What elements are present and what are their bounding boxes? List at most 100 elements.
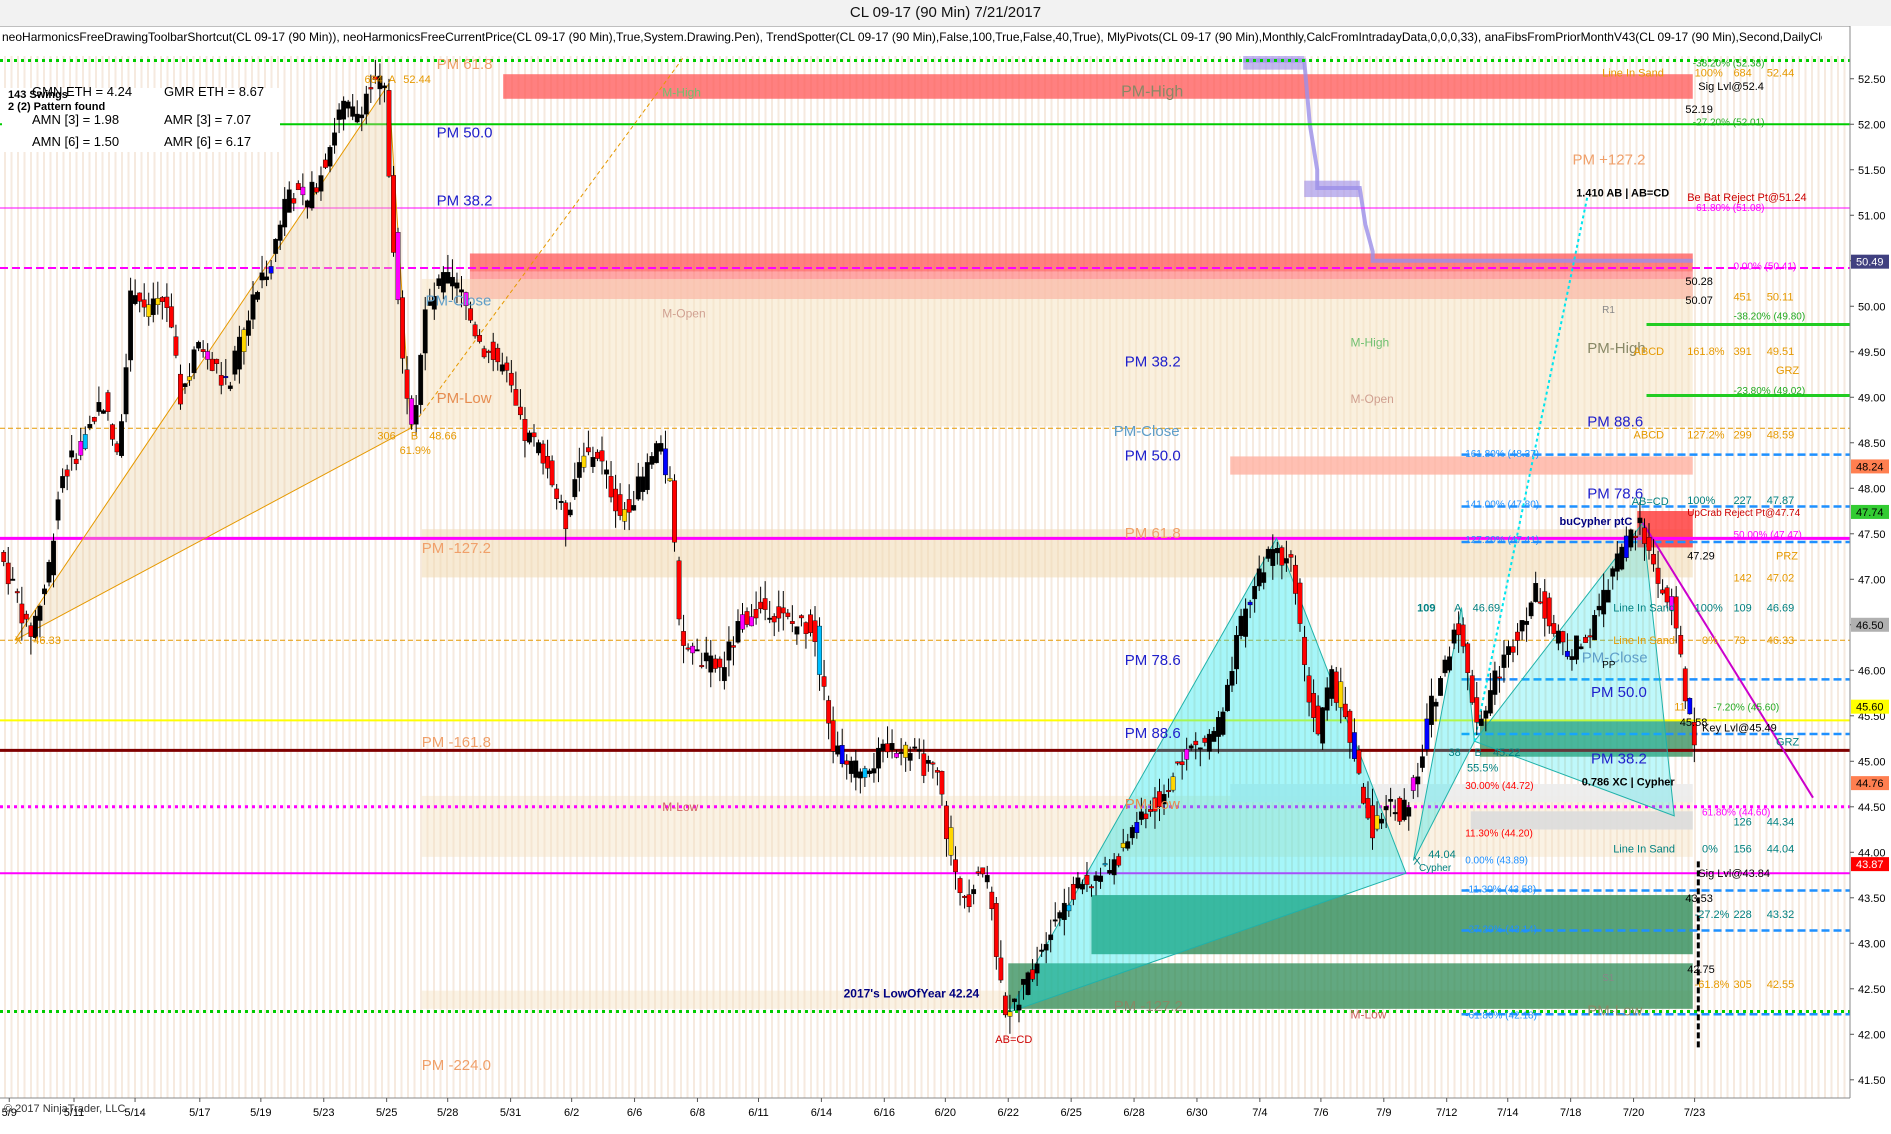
candle-body xyxy=(1456,623,1462,636)
candle-body xyxy=(1601,589,1607,615)
candle-body xyxy=(690,645,696,654)
candle-body xyxy=(1370,805,1375,839)
candle-body xyxy=(137,292,143,302)
candle-body xyxy=(644,462,650,490)
candle-body xyxy=(780,607,786,614)
chart-annotation: 127.20% (47.41) xyxy=(1465,535,1539,546)
candle-body xyxy=(504,362,510,371)
candle-body xyxy=(527,432,532,443)
chart-area[interactable]: 684 A 52.44 PM 61.8 M-High PM-High PM 50.0 PM 3… xyxy=(0,26,1891,1134)
candle-body xyxy=(962,895,967,898)
candle-body xyxy=(291,198,297,204)
x-tick-label: 6/6 xyxy=(627,1107,642,1119)
candle-body xyxy=(726,641,732,661)
candle-body xyxy=(178,373,183,405)
candle-body xyxy=(268,266,274,274)
candle-body xyxy=(350,106,356,117)
candle-body xyxy=(440,272,446,293)
candle-body xyxy=(1374,815,1380,830)
candle-body xyxy=(699,665,705,668)
candle-body xyxy=(817,625,822,675)
candle-body xyxy=(495,347,501,363)
chart-annotation: Sig Lvl@43.84 xyxy=(1698,868,1770,880)
candle-body xyxy=(703,652,709,662)
chart-annotation: GRZ xyxy=(1776,736,1800,748)
chart-annotation: M-High xyxy=(1351,336,1390,350)
candle-body xyxy=(975,871,981,874)
y-tick-label: 47.00 xyxy=(1858,574,1886,586)
price-marker-label: 47.74 xyxy=(1856,507,1884,519)
candle-body xyxy=(304,200,310,208)
y-tick-label: 47.50 xyxy=(1858,529,1886,541)
chart-annotation: PM 88.6 xyxy=(1125,725,1181,742)
candle-body xyxy=(159,297,165,302)
chart-annotation: PM 38.2 xyxy=(1125,354,1181,371)
candle-body xyxy=(799,615,804,619)
chart-annotation: 0.786 XC | Cypher xyxy=(1582,776,1676,788)
candle-body xyxy=(1206,733,1212,752)
x-tick-label: 5/17 xyxy=(189,1107,210,1119)
y-tick-label: 51.50 xyxy=(1858,165,1886,177)
candle-body xyxy=(966,894,972,908)
candle-body xyxy=(572,479,578,498)
candle-body xyxy=(1179,761,1185,766)
chart-annotation: 30.00% (44.72) xyxy=(1465,781,1533,792)
candle-body xyxy=(880,743,886,751)
candle-body xyxy=(1202,737,1208,743)
candle-body xyxy=(60,476,66,489)
candle-body xyxy=(907,753,913,761)
candle-body xyxy=(1401,799,1407,821)
candle-body xyxy=(885,743,890,753)
candle-body xyxy=(1070,884,1076,900)
candle-body xyxy=(1129,827,1135,839)
candle-body xyxy=(359,114,365,119)
candle-body xyxy=(450,276,455,287)
candle-body xyxy=(1243,608,1249,637)
candle-body xyxy=(481,348,487,358)
candle-body xyxy=(14,591,20,594)
y-tick-label: 49.00 xyxy=(1858,392,1886,404)
chart-annotation: PM-Close xyxy=(1114,423,1180,440)
chart-annotation: 50.28 xyxy=(1685,276,1713,288)
chart-annotation: -61.80% (42.18) xyxy=(1465,1010,1537,1021)
candle-body xyxy=(1324,687,1330,711)
candle-body xyxy=(640,476,646,492)
candle-body xyxy=(246,320,251,336)
candle-body xyxy=(576,462,582,478)
candle-body xyxy=(554,488,560,499)
chart-annotation: 55.5% xyxy=(1467,763,1498,775)
candle-body xyxy=(354,113,360,123)
candle-body xyxy=(518,406,523,416)
candle-body xyxy=(300,186,306,196)
candle-body xyxy=(1447,656,1452,671)
y-tick-label: 44.50 xyxy=(1858,802,1886,814)
candle-body xyxy=(898,751,904,754)
candle-body xyxy=(1664,587,1670,603)
candle-body xyxy=(1555,630,1561,644)
candle-body xyxy=(708,655,714,673)
candle-body xyxy=(96,402,102,412)
candle-body xyxy=(1025,972,1031,995)
candle-body xyxy=(128,290,134,361)
candle-body xyxy=(1546,597,1552,627)
y-tick-label: 48.50 xyxy=(1858,438,1886,450)
candle-body xyxy=(1361,786,1366,804)
candle-body xyxy=(681,631,686,646)
chart-annotation: PM 61.8 xyxy=(1125,525,1181,542)
candle-body xyxy=(1283,558,1289,564)
candle-body xyxy=(545,455,551,469)
chart-annotation: 47.02 xyxy=(1767,572,1795,584)
chart-annotation: PP xyxy=(1602,660,1616,671)
chart-annotation: 0% xyxy=(1702,635,1718,647)
candle-body xyxy=(46,562,52,583)
candle-body xyxy=(844,760,850,765)
candle-body xyxy=(789,621,795,624)
candle-body xyxy=(1293,564,1298,594)
chart-annotation: M-Open xyxy=(1351,392,1394,406)
candle-body xyxy=(948,827,954,856)
chart-annotation: AB=CD xyxy=(1632,496,1669,508)
price-chart[interactable]: 684 A 52.44 PM 61.8 M-High PM-High PM 50.0 PM 3… xyxy=(0,26,1891,1134)
candle-body xyxy=(1487,690,1493,714)
chart-annotation: 127.2% xyxy=(1687,430,1725,442)
candle-body xyxy=(980,867,986,875)
